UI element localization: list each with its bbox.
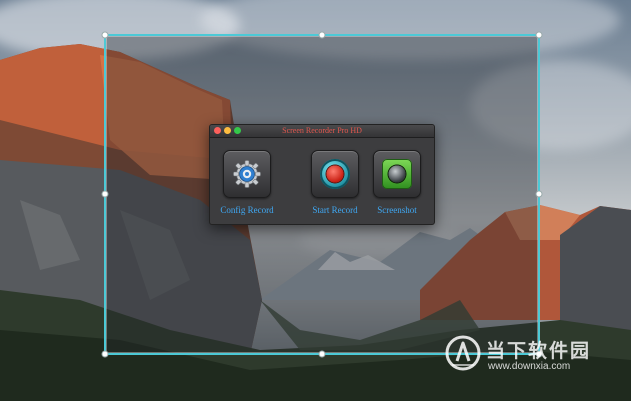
watermark: 当下软件园 www.downxia.com xyxy=(444,334,614,380)
resize-handle-top[interactable] xyxy=(318,31,326,39)
start-record-label: Start Record xyxy=(312,205,358,215)
record-icon xyxy=(320,159,350,189)
start-record-button[interactable] xyxy=(311,150,359,198)
watermark-url-text: www.downxia.com xyxy=(488,361,571,372)
screenshot-tool[interactable]: Screenshot xyxy=(367,150,427,215)
window-title: Screen Recorder Pro HD xyxy=(282,126,362,135)
screenshot-label: Screenshot xyxy=(377,205,417,215)
window-titlebar[interactable]: Screen Recorder Pro HD xyxy=(210,125,434,138)
config-record-label: Config Record xyxy=(220,205,274,215)
watermark-logo-icon xyxy=(445,335,481,371)
resize-handle-bottom[interactable] xyxy=(318,350,326,358)
app-window: Screen Recorder Pro HD Config Record Sta… xyxy=(209,124,435,225)
resize-handle-right[interactable] xyxy=(535,190,543,198)
resize-handle-top-right[interactable] xyxy=(535,31,543,39)
config-record-tool[interactable]: Config Record xyxy=(217,150,277,215)
screenshot-button[interactable] xyxy=(373,150,421,198)
resize-handle-top-left[interactable] xyxy=(101,31,109,39)
resize-handle-bottom-left[interactable] xyxy=(101,350,109,358)
gear-icon xyxy=(233,160,261,188)
config-record-button[interactable] xyxy=(223,150,271,198)
camera-icon xyxy=(382,159,412,189)
watermark-brand-text: 当下软件园 xyxy=(486,340,592,362)
start-record-tool[interactable]: Start Record xyxy=(305,150,365,215)
resize-handle-left[interactable] xyxy=(101,190,109,198)
